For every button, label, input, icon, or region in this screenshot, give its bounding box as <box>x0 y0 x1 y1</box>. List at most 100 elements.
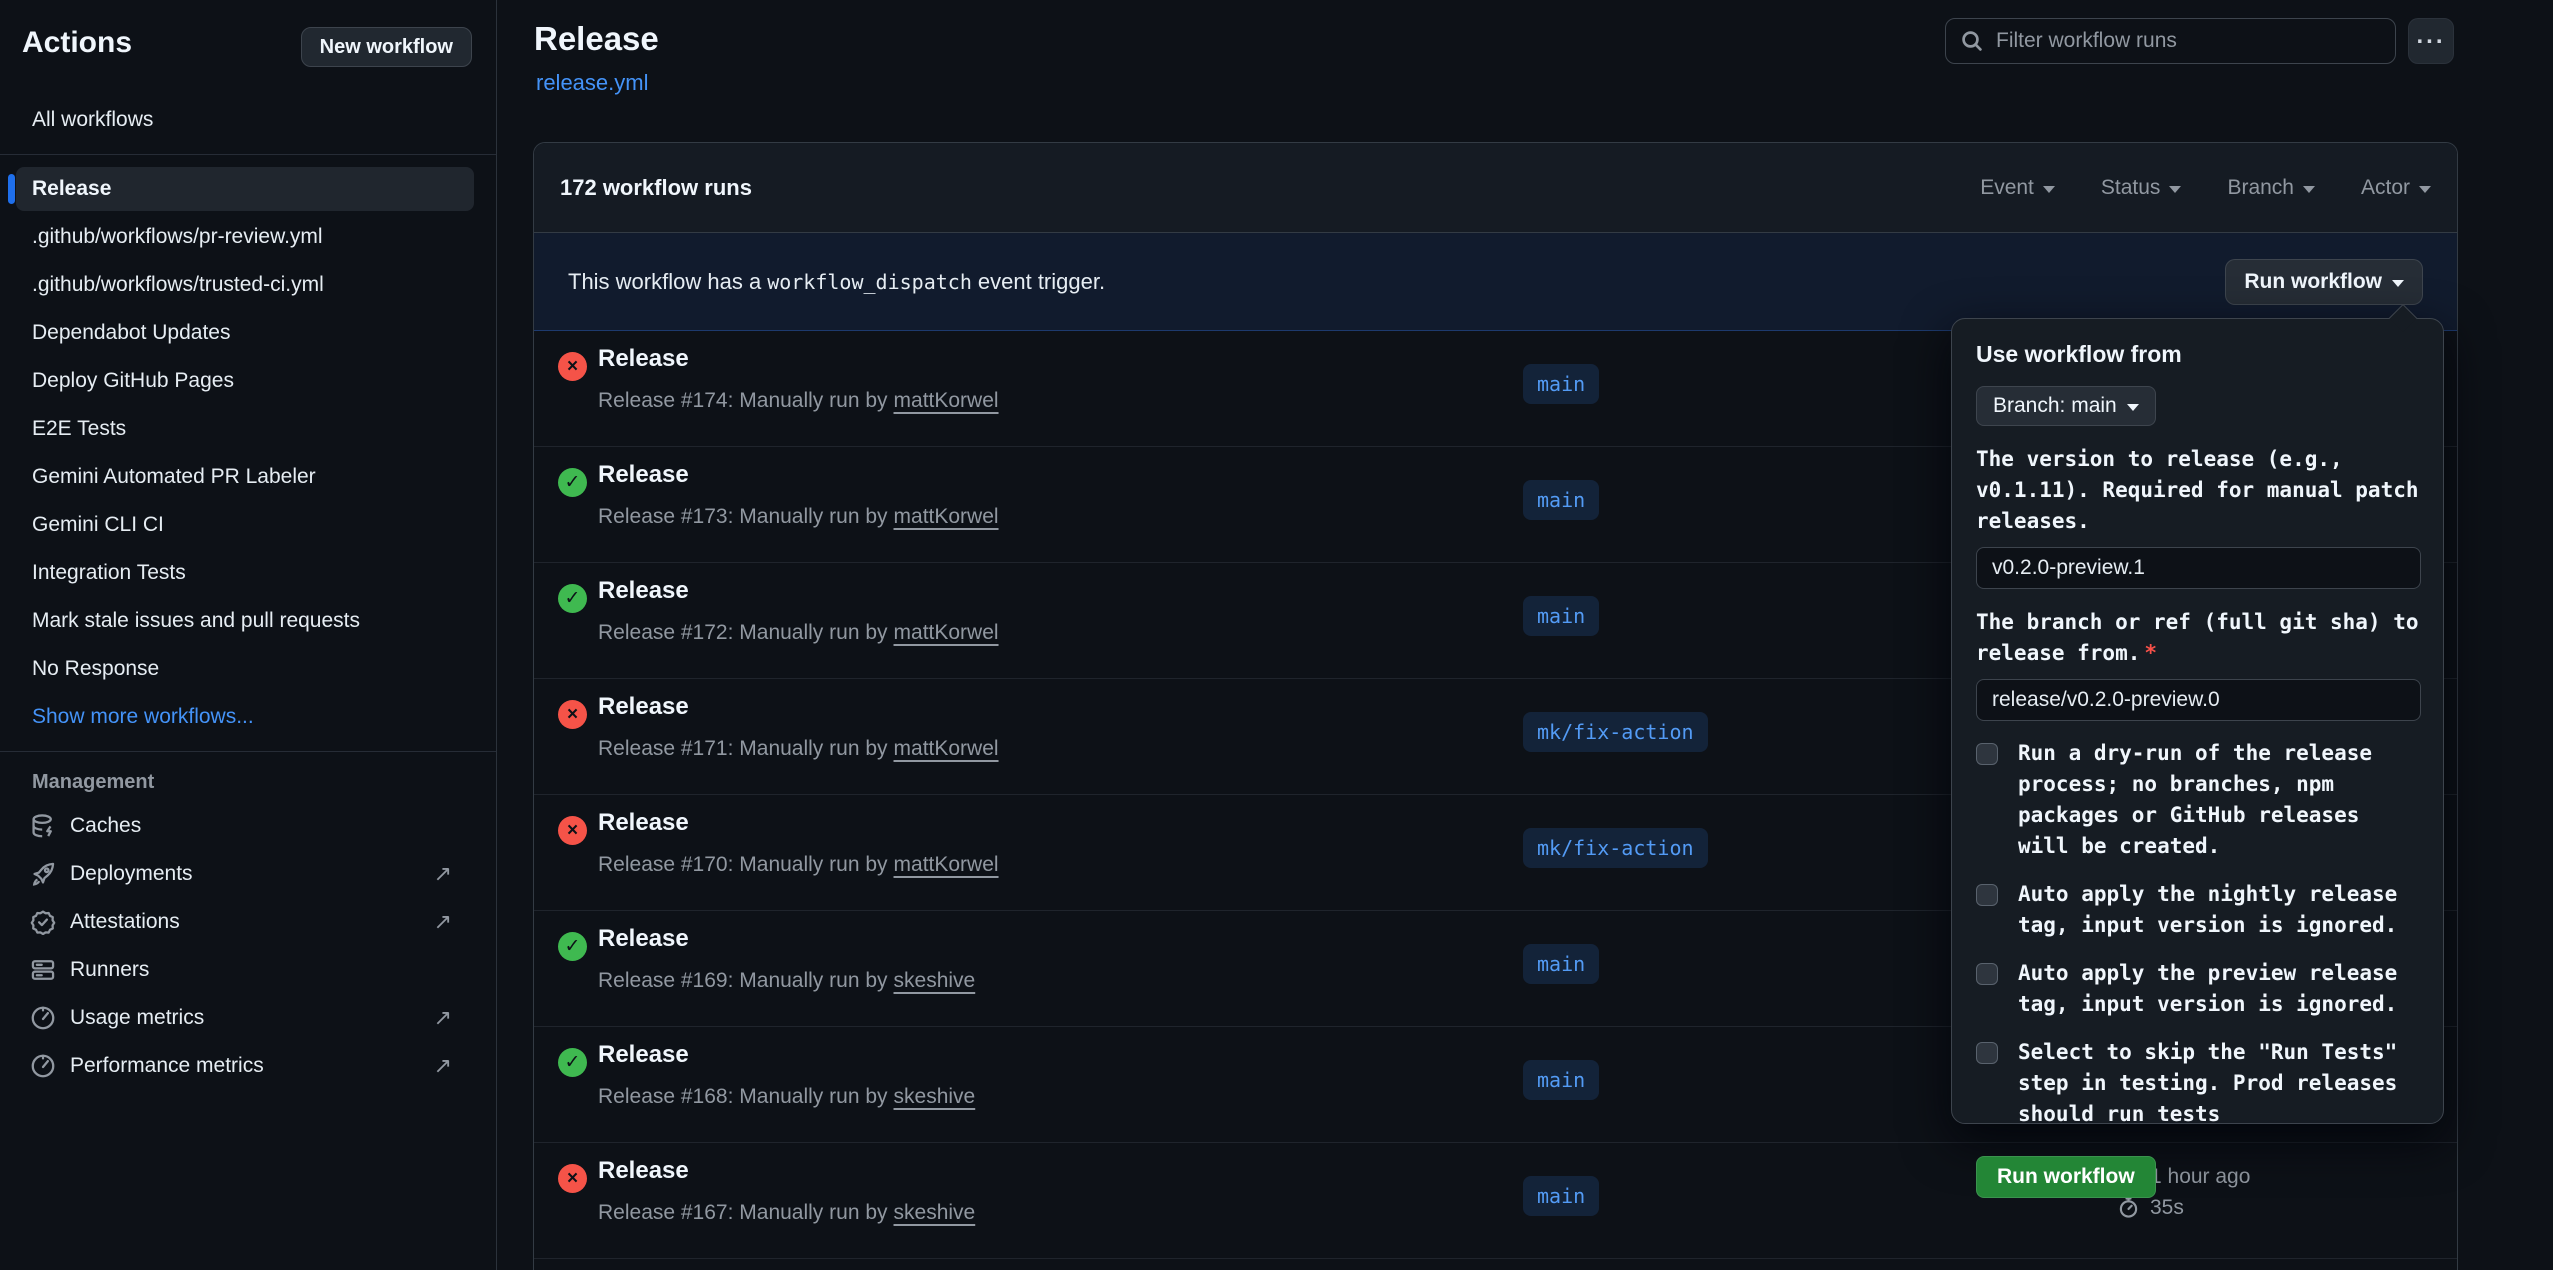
sidebar-item-deploy-github-pages[interactable]: Deploy GitHub Pages <box>0 357 496 405</box>
checkbox-label: Run a dry-run of the release process; no… <box>2018 738 2419 862</box>
run-description: Release #168: Manually run byskeshive <box>598 1085 975 1109</box>
sidebar-item-dependabot-updates[interactable]: Dependabot Updates <box>0 309 496 357</box>
sidebar-item-usage-metrics[interactable]: Usage metrics ↗ <box>0 994 496 1042</box>
dry-run-checkbox[interactable] <box>1976 743 1998 765</box>
run-title-link[interactable]: Release <box>598 1157 689 1185</box>
failure-icon: × <box>558 700 587 729</box>
external-link-icon: ↗ <box>434 1005 452 1031</box>
run-title-link[interactable]: Release <box>598 577 689 605</box>
run-description: Release #174: Manually run bymattKorwel <box>598 389 999 413</box>
sidebar-item-performance-metrics[interactable]: Performance metrics ↗ <box>0 1042 496 1090</box>
run-duration: 35s <box>2150 1196 2184 1220</box>
branch-filter-dropdown[interactable]: Branch <box>2227 176 2315 200</box>
actor-link[interactable]: mattKorwel <box>894 621 999 644</box>
run-workflow-popover: Use workflow from Branch: main The versi… <box>1951 318 2444 1124</box>
branch-badge[interactable]: main <box>1523 1176 1599 1216</box>
filter-runs-field <box>1945 18 2396 64</box>
sidebar-item-pr-review[interactable]: .github/workflows/pr-review.yml <box>0 213 496 261</box>
sidebar-item-label: Deployments <box>70 862 193 886</box>
run-title-link[interactable]: Release <box>598 809 689 837</box>
sidebar-item-e2e-tests[interactable]: E2E Tests <box>0 405 496 453</box>
filter-workflow-runs-input[interactable] <box>1996 29 2381 53</box>
actor-link[interactable]: mattKorwel <box>894 505 999 528</box>
popover-title: Use workflow from <box>1976 341 2419 368</box>
server-icon <box>30 957 56 983</box>
version-input-label: The version to release (e.g., v0.1.11). … <box>1976 444 2419 537</box>
branch-badge[interactable]: mk/fix-action <box>1523 828 1708 868</box>
actor-link[interactable]: skeshive <box>894 1085 976 1108</box>
nightly-tag-checkbox[interactable] <box>1976 884 1998 906</box>
run-workflow-dropdown-button[interactable]: Run workflow <box>2225 259 2423 305</box>
ref-input-label: The branch or ref (full git sha) to rele… <box>1976 607 2419 669</box>
actor-link[interactable]: mattKorwel <box>894 853 999 876</box>
chevron-down-icon <box>2043 186 2055 193</box>
branch-badge[interactable]: main <box>1523 596 1599 636</box>
management-section-header: Management <box>0 762 496 802</box>
banner-text: This workflow has aworkflow_dispatcheven… <box>568 269 1105 295</box>
actor-link[interactable]: skeshive <box>894 969 976 992</box>
branch-badge[interactable]: main <box>1523 364 1599 404</box>
sidebar-item-attestations[interactable]: Attestations ↗ <box>0 898 496 946</box>
run-description: Release #170: Manually run bymattKorwel <box>598 853 999 877</box>
sidebar-item-release[interactable]: Release <box>0 165 496 213</box>
dry-run-option: Run a dry-run of the release process; no… <box>1976 738 2419 862</box>
sidebar-item-label: Performance metrics <box>70 1054 264 1078</box>
failure-icon: × <box>558 1164 587 1193</box>
branch-badge[interactable]: main <box>1523 480 1599 520</box>
branch-badge[interactable]: mk/fix-action <box>1523 712 1708 752</box>
run-title-link[interactable]: Release <box>598 925 689 953</box>
actor-filter-dropdown[interactable]: Actor <box>2361 176 2431 200</box>
run-description: Release #172: Manually run bymattKorwel <box>598 621 999 645</box>
run-workflow-submit-button[interactable]: Run workflow <box>1976 1156 2156 1198</box>
version-input[interactable] <box>1976 547 2421 589</box>
run-title-link[interactable]: Release <box>598 693 689 721</box>
sidebar-item-deployments[interactable]: Deployments ↗ <box>0 850 496 898</box>
sidebar-item-runners[interactable]: Runners <box>0 946 496 994</box>
checkbox-label: Auto apply the preview release tag, inpu… <box>2018 958 2419 1020</box>
event-filter-dropdown[interactable]: Event <box>1980 176 2055 200</box>
run-description: Release #171: Manually run bymattKorwel <box>598 737 999 761</box>
external-link-icon: ↗ <box>434 1053 452 1079</box>
new-workflow-button[interactable]: New workflow <box>301 27 472 67</box>
workflow-dispatch-banner: This workflow has aworkflow_dispatcheven… <box>534 233 2457 331</box>
preview-tag-option: Auto apply the preview release tag, inpu… <box>1976 958 2419 1020</box>
ref-input[interactable] <box>1976 679 2421 721</box>
sidebar-header: Actions New workflow <box>0 0 496 96</box>
branch-select-button[interactable]: Branch: main <box>1976 386 2156 426</box>
run-title-link[interactable]: Release <box>598 1041 689 1069</box>
sidebar-item-all-workflows[interactable]: All workflows <box>0 96 496 144</box>
sidebar-item-gemini-pr-labeler[interactable]: Gemini Automated PR Labeler <box>0 453 496 501</box>
actor-link[interactable]: mattKorwel <box>894 389 999 412</box>
show-more-workflows-link[interactable]: Show more workflows... <box>0 693 496 741</box>
sidebar-item-mark-stale[interactable]: Mark stale issues and pull requests <box>0 597 496 645</box>
success-icon: ✓ <box>558 932 587 961</box>
actor-link[interactable]: mattKorwel <box>894 737 999 760</box>
meter-icon <box>30 1005 56 1031</box>
branch-badge[interactable]: main <box>1523 944 1599 984</box>
kebab-icon: ... <box>2416 31 2445 51</box>
verified-icon <box>30 909 56 935</box>
actor-link[interactable]: skeshive <box>894 1201 976 1224</box>
workflow-options-kebab-button[interactable]: ... <box>2408 18 2454 64</box>
run-title-link[interactable]: Release <box>598 461 689 489</box>
run-title-link[interactable]: Release <box>598 345 689 373</box>
sidebar-item-label: Attestations <box>70 910 180 934</box>
success-icon: ✓ <box>558 468 587 497</box>
branch-badge[interactable]: main <box>1523 1060 1599 1100</box>
actions-sidebar: Actions New workflow All workflows Relea… <box>0 0 497 1270</box>
required-marker: * <box>2144 641 2157 665</box>
sidebar-item-trusted-ci[interactable]: .github/workflows/trusted-ci.yml <box>0 261 496 309</box>
stopwatch-icon <box>2117 1196 2140 1219</box>
sidebar-item-caches[interactable]: Caches <box>0 802 496 850</box>
status-filter-dropdown[interactable]: Status <box>2101 176 2182 200</box>
workflow-file-link[interactable]: release.yml <box>536 70 648 96</box>
sidebar-item-gemini-cli-ci[interactable]: Gemini CLI CI <box>0 501 496 549</box>
preview-tag-checkbox[interactable] <box>1976 963 1998 985</box>
sidebar-item-no-response[interactable]: No Response <box>0 645 496 693</box>
skip-tests-checkbox[interactable] <box>1976 1042 1998 1064</box>
search-icon <box>1960 29 1984 53</box>
run-description: Release #173: Manually run bymattKorwel <box>598 505 999 529</box>
sidebar-item-integration-tests[interactable]: Integration Tests <box>0 549 496 597</box>
sidebar-divider <box>0 751 496 752</box>
chevron-down-icon <box>2169 186 2181 193</box>
